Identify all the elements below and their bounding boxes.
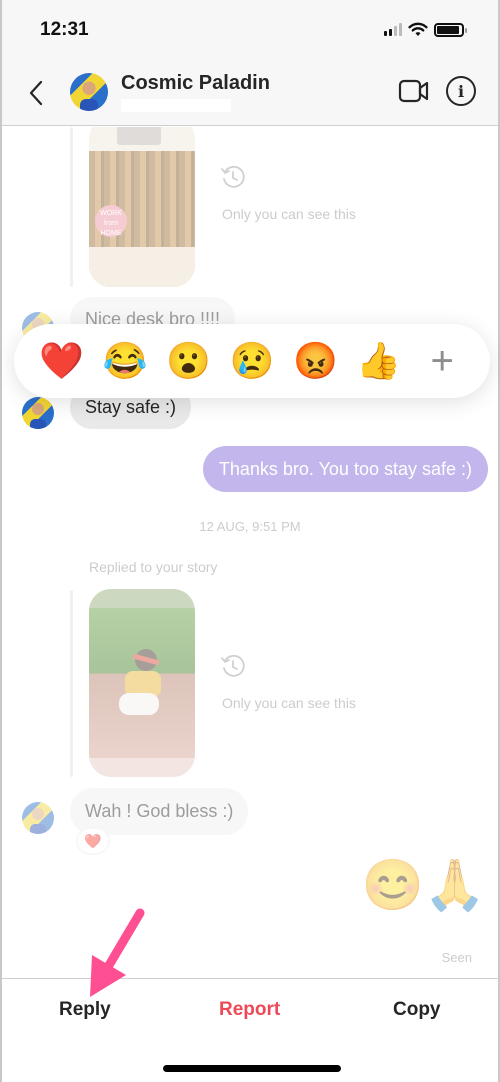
history-icon: [221, 165, 245, 188]
reply-button[interactable]: Reply: [59, 999, 111, 1021]
child-image: [119, 649, 165, 719]
sender-avatar[interactable]: [22, 802, 54, 834]
status-bar: 12:31: [2, 0, 498, 62]
story-reply-line: [70, 127, 73, 287]
outgoing-emoji-message[interactable]: 😊🙏: [361, 860, 486, 910]
only-you-can-see-label: Only you can see this: [222, 206, 356, 222]
reaction-surprised[interactable]: 😮: [165, 343, 213, 379]
heart-reaction-badge[interactable]: ❤️: [76, 827, 110, 855]
reaction-tears-of-joy[interactable]: 😂: [101, 343, 149, 379]
story-reply-line: [70, 590, 73, 777]
reaction-thumbs-up[interactable]: 👍: [355, 343, 403, 379]
cellular-signal-icon: [384, 23, 402, 36]
info-icon[interactable]: i: [446, 76, 476, 106]
back-chevron-icon[interactable]: [24, 78, 48, 108]
more-reactions-plus-icon[interactable]: +: [418, 341, 466, 381]
story-thumbnail-desk[interactable]: WORK from HOME: [89, 127, 195, 287]
laptop-image: [117, 127, 161, 145]
home-indicator: [163, 1065, 341, 1072]
outgoing-message[interactable]: Thanks bro. You too stay safe :): [202, 446, 488, 492]
status-time: 12:31: [40, 19, 89, 40]
contact-avatar[interactable]: [70, 73, 108, 111]
replied-to-story-label: Replied to your story: [89, 559, 218, 575]
reaction-picker: ❤️ 😂 😮 😢 😡 👍 +: [14, 324, 490, 398]
reaction-angry[interactable]: 😡: [291, 343, 339, 379]
only-you-can-see-label: Only you can see this: [222, 695, 356, 711]
floor-image: [89, 247, 195, 287]
copy-button[interactable]: Copy: [393, 999, 441, 1021]
report-button[interactable]: Report: [219, 999, 280, 1021]
battery-icon: [434, 22, 467, 37]
contact-name[interactable]: Cosmic Paladin: [121, 72, 270, 95]
story-thumbnail-child[interactable]: [89, 589, 195, 777]
history-icon: [221, 654, 245, 677]
work-from-home-sticker: WORK from HOME: [95, 205, 127, 237]
wifi-icon: [408, 22, 428, 36]
status-icons: [384, 22, 467, 37]
video-camera-icon[interactable]: [398, 78, 430, 104]
chat-header: Cosmic Paladin i: [2, 62, 498, 126]
reaction-heart[interactable]: ❤️: [38, 343, 86, 379]
seen-status: Seen: [441, 950, 472, 965]
message-timestamp: 12 AUG, 9:51 PM: [199, 519, 301, 534]
reaction-crying[interactable]: 😢: [228, 343, 276, 379]
chat-thread: WORK from HOME Only you can see this Nic…: [2, 127, 498, 977]
redacted-subtitle: [121, 99, 231, 112]
